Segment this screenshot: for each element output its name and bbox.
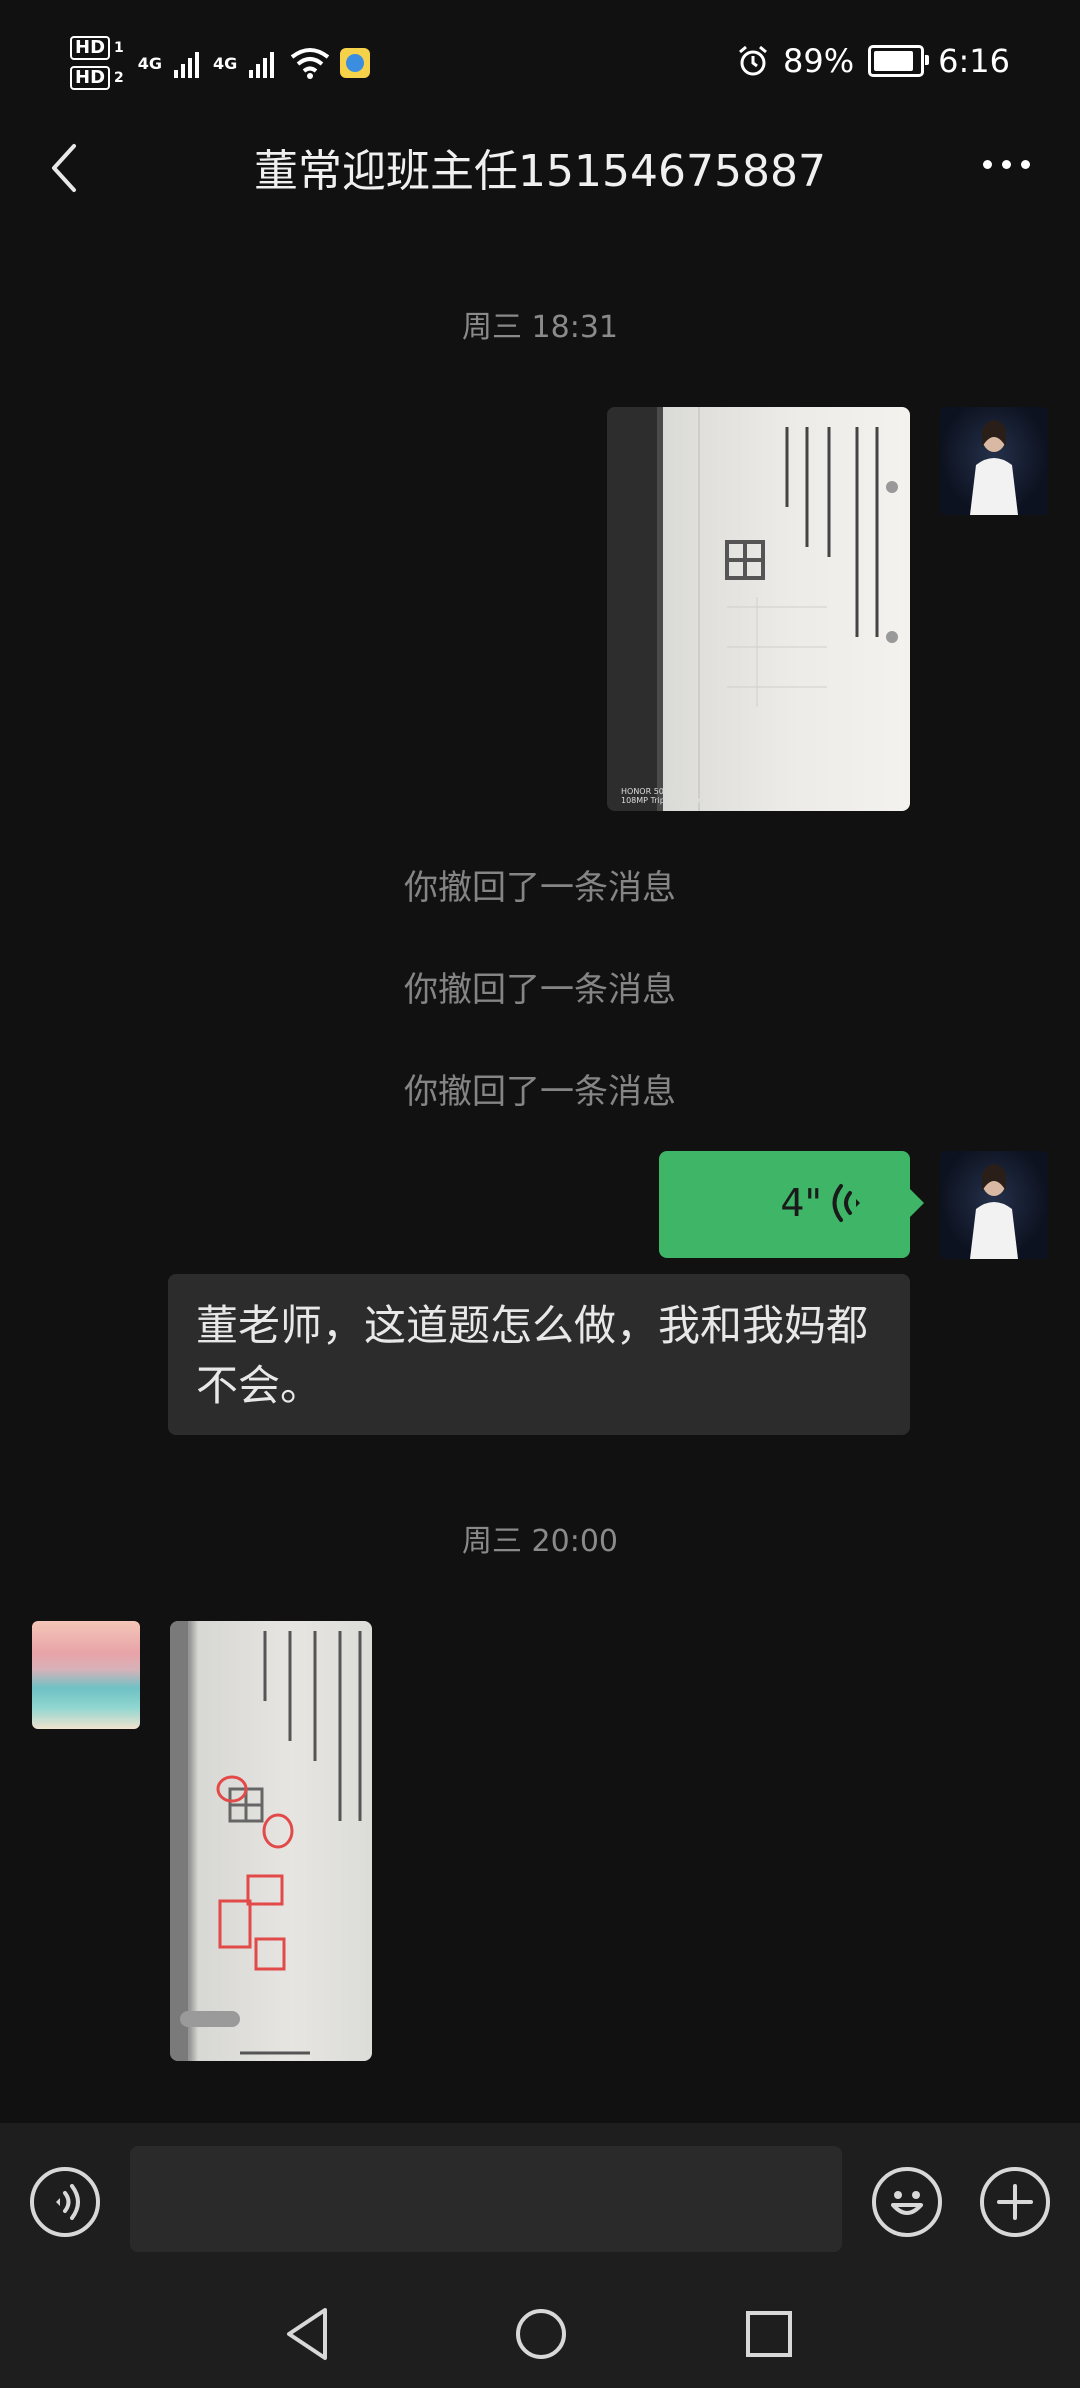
voice-wave-icon: [832, 1184, 860, 1222]
nav-recent-icon[interactable]: [744, 2309, 794, 2359]
more-icon[interactable]: [983, 160, 1030, 169]
recalled-notice: 你撤回了一条消息: [404, 970, 676, 1010]
clock: 6:16: [938, 42, 1010, 80]
status-bar: HD 1 HD 2 4G 4G 89% 6:16: [0, 0, 1080, 130]
contact-avatar[interactable]: [32, 1621, 140, 1729]
more-actions-button[interactable]: [980, 2167, 1050, 2237]
network-type-1: 4G: [137, 53, 163, 73]
timestamp: 周三 18:31: [462, 310, 618, 345]
voice-duration: 4": [780, 1181, 822, 1225]
battery-icon: [868, 45, 930, 77]
recalled-notice: 你撤回了一条消息: [404, 1072, 676, 1112]
message-input[interactable]: [130, 2146, 842, 2252]
avatar-portrait: [970, 420, 1018, 515]
nav-back-icon[interactable]: [283, 2306, 333, 2362]
avatar-portrait: [970, 1164, 1018, 1259]
recalled-notice: 你撤回了一条消息: [404, 868, 676, 908]
voice-input-button[interactable]: [30, 2167, 100, 2237]
hd-indicator-1: HD 1: [70, 36, 124, 60]
emoji-icon: [891, 2191, 923, 2215]
worksheet-photo: [607, 407, 898, 811]
wifi-icon: [291, 48, 330, 79]
chat-title: 董常迎班主任15154675887: [254, 146, 826, 197]
signal-icon: [249, 48, 275, 78]
worksheet-photo-annotated: [170, 1621, 362, 2061]
voice-message[interactable]: 4": [659, 1151, 924, 1258]
photo-watermark: HONOR 50 SE 108MP Triple Camera: [621, 787, 706, 805]
network-type-2: 4G: [213, 53, 238, 73]
battery-percent: 89%: [783, 42, 855, 80]
my-avatar[interactable]: [940, 1151, 1048, 1259]
status-right: 89% 6:16: [737, 42, 1010, 80]
timestamp: 周三 20:00: [462, 1524, 618, 1559]
app-notification-icon: [340, 48, 371, 78]
hd-indicator-2: HD 2: [70, 66, 124, 90]
back-arrow-icon[interactable]: [44, 138, 84, 198]
image-message[interactable]: HONOR 50 SE 108MP Triple Camera: [607, 407, 910, 811]
status-left: HD 1 HD 2 4G 4G: [70, 36, 371, 90]
plus-icon: [997, 2184, 1033, 2220]
image-message[interactable]: [170, 1621, 372, 2061]
voice-input-icon: [56, 2184, 80, 2220]
alarm-icon: [739, 45, 767, 76]
my-avatar[interactable]: [940, 407, 1048, 515]
text-message[interactable]: 董老师，这道题怎么做，我和我妈都不会。: [168, 1274, 910, 1435]
emoji-button[interactable]: [872, 2167, 942, 2237]
nav-home-icon[interactable]: [514, 2307, 568, 2361]
signal-icon: [174, 48, 200, 78]
